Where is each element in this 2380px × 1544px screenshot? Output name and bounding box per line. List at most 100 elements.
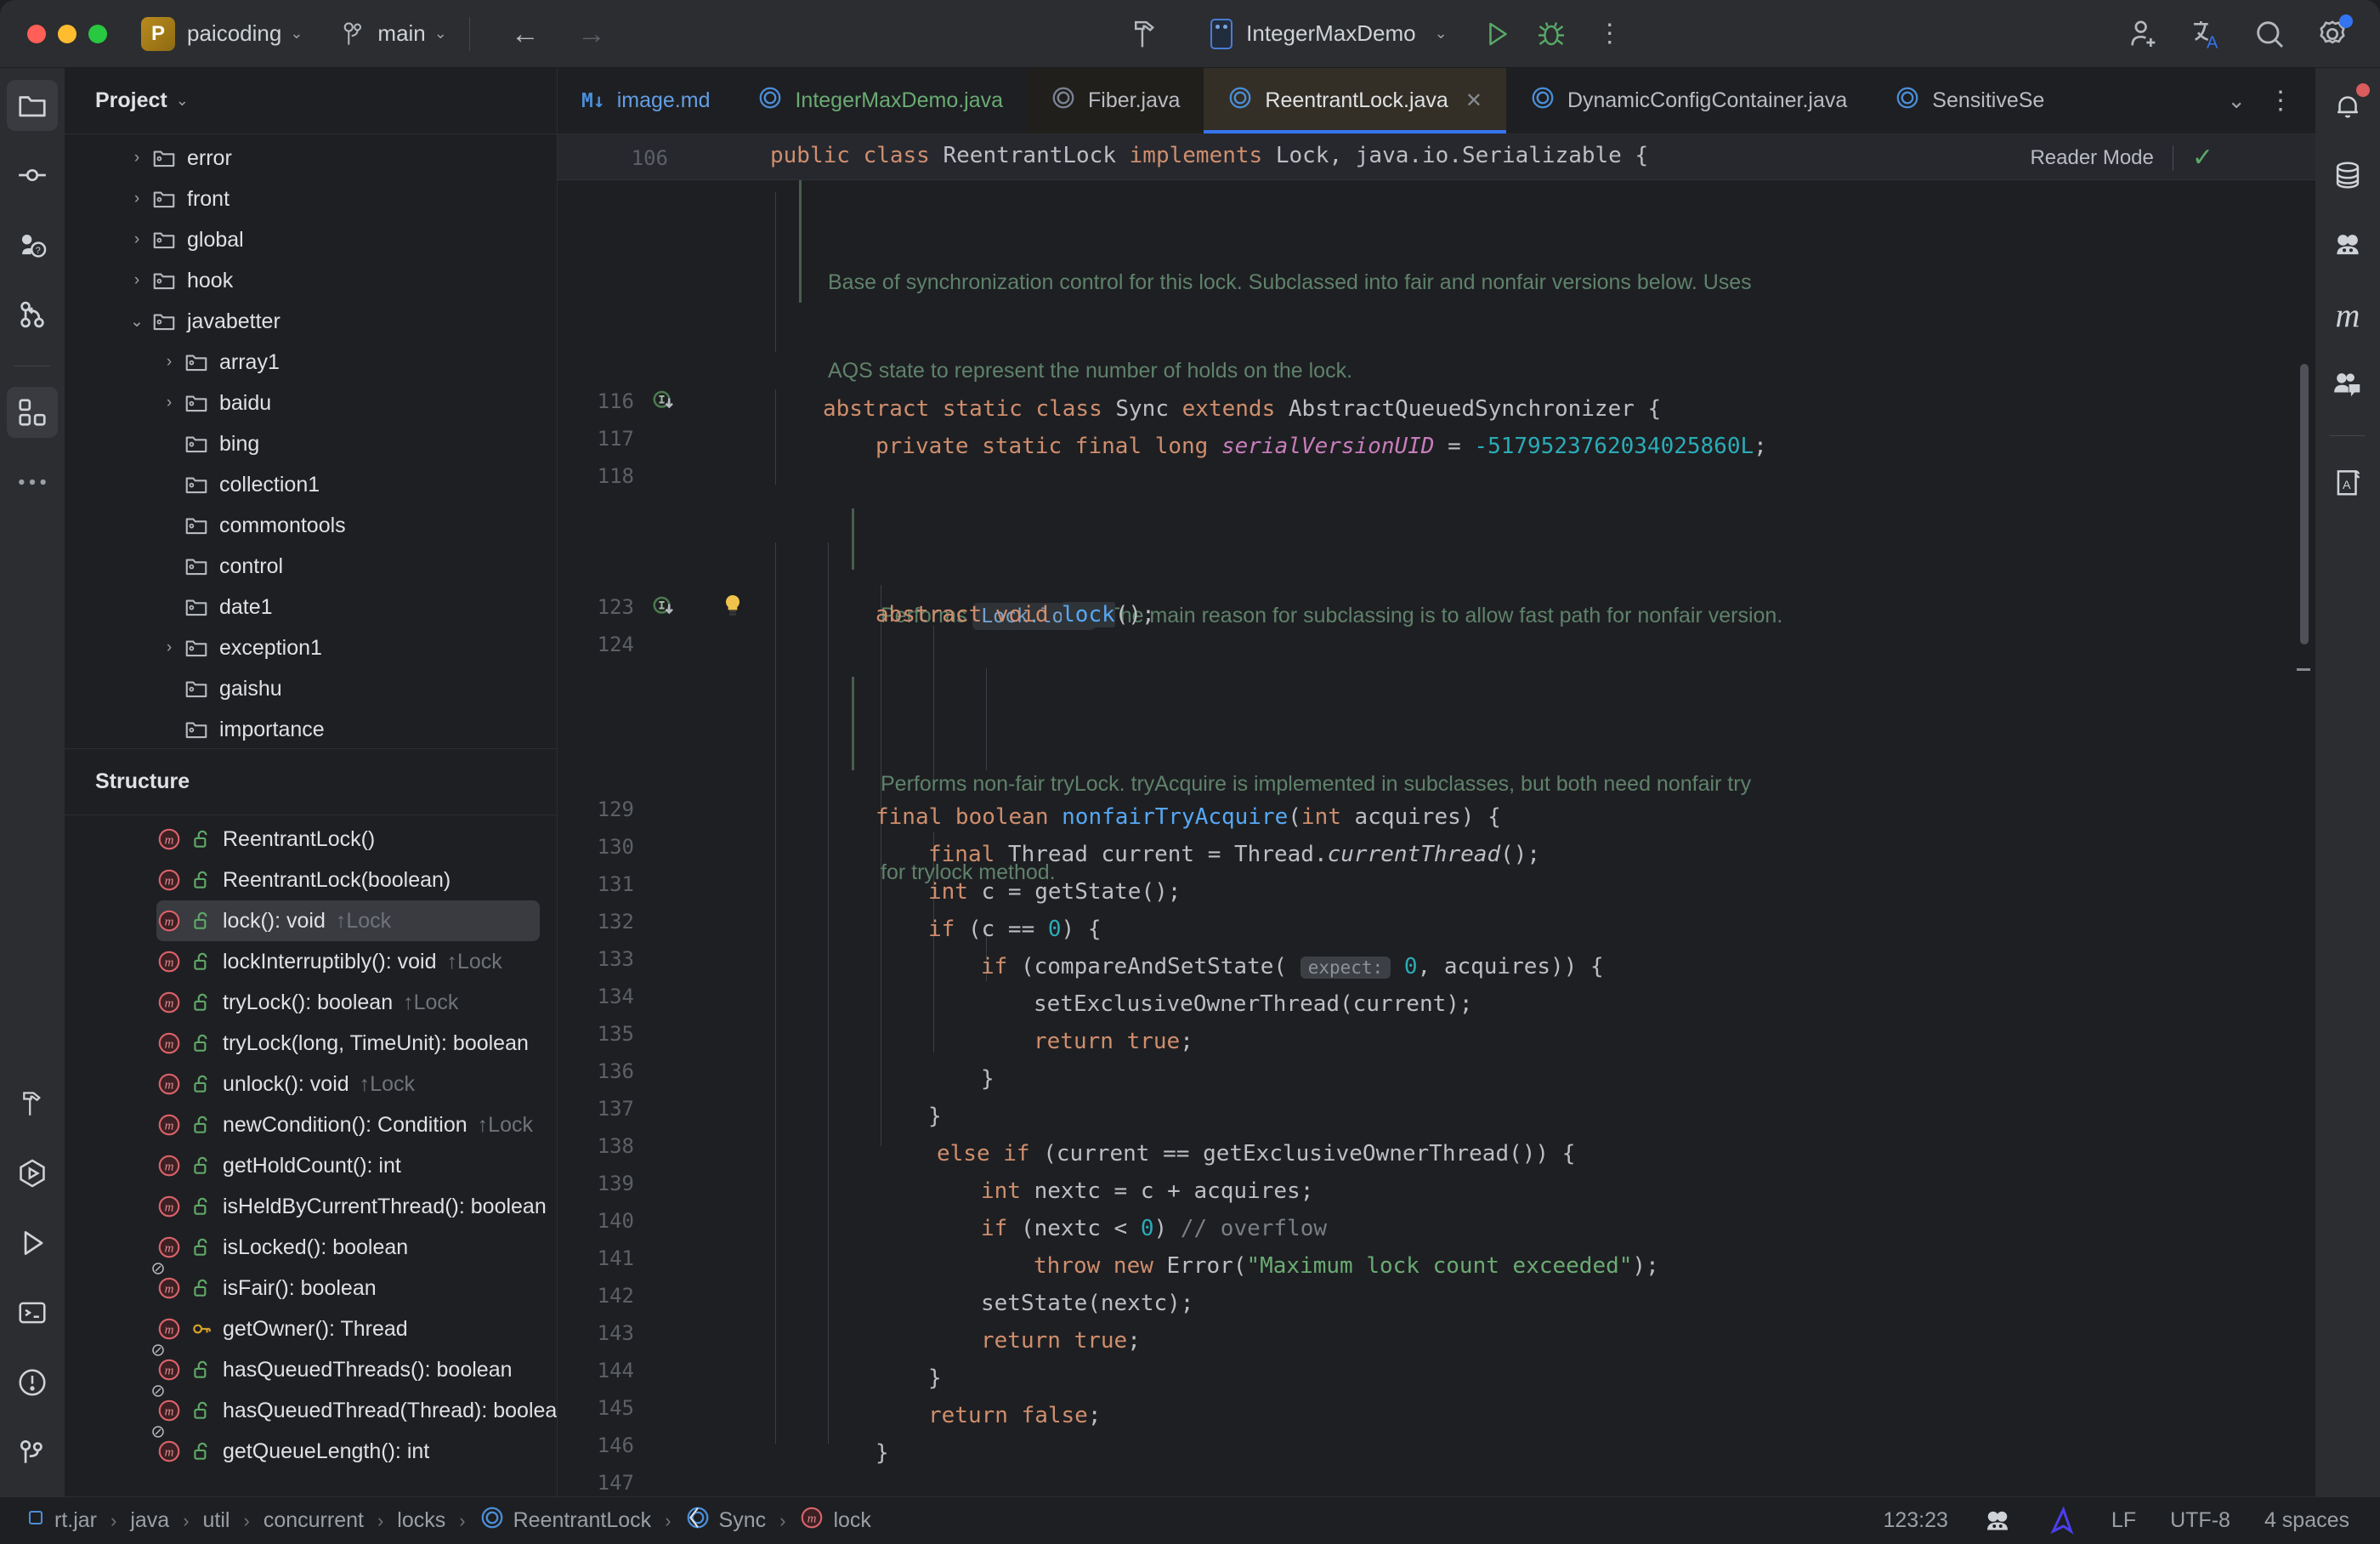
project-tree-node[interactable]: bing	[65, 423, 557, 464]
implementing-method-icon[interactable]	[651, 388, 677, 417]
breadcrumb-item[interactable]: java	[130, 1508, 169, 1533]
debug-bug-icon[interactable]	[1536, 18, 1567, 50]
add-user-icon[interactable]	[2127, 17, 2161, 51]
editor-scrollbar-thumb[interactable]	[2300, 364, 2309, 644]
structure-tree-node[interactable]: mnewCondition(): Condition↑Lock	[65, 1104, 557, 1145]
structure-tree-node[interactable]: mlock(): void↑Lock	[156, 900, 540, 941]
code-editor[interactable]: 106 public class ReentrantLock implement…	[558, 134, 2315, 1496]
project-tree-node[interactable]: control	[65, 546, 557, 587]
structure-tree-node[interactable]: mReentrantLock()	[65, 819, 557, 860]
structure-tree-node[interactable]: mReentrantLock(boolean)	[65, 860, 557, 900]
structure-tree-node[interactable]: mgetHoldCount(): int	[65, 1145, 557, 1186]
project-tree-node[interactable]: ›front	[65, 179, 557, 219]
project-tree-node[interactable]: ›global	[65, 219, 557, 260]
chevron-right-icon[interactable]: ›	[122, 149, 151, 167]
branch-selector[interactable]: main ⌄	[342, 20, 446, 48]
project-panel-title-row[interactable]: Project ⌄	[65, 68, 557, 134]
chevron-right-icon[interactable]: ›	[122, 190, 151, 208]
project-tree-node[interactable]: ›exception1	[65, 627, 557, 668]
breadcrumb-item[interactable]: Sync	[685, 1505, 767, 1536]
project-selector[interactable]: P paicoding ⌄	[107, 17, 303, 51]
project-tree-node[interactable]: ⌄javabetter	[65, 301, 557, 342]
structure-tree-node[interactable]: mhasQueuedThreads(): boolean	[65, 1349, 557, 1390]
chevron-right-icon[interactable]: ›	[122, 230, 151, 249]
structure-tree-node[interactable]: mhasQueuedThread(Thread): boolean	[65, 1390, 557, 1431]
breadcrumb[interactable]: rt.jar›java›util›concurrent›locks›Reentr…	[0, 1505, 871, 1536]
editor-tab[interactable]: DynamicConfigContainer.java	[1506, 68, 1871, 133]
sidebar-item-build[interactable]	[7, 1078, 58, 1129]
editor-tab[interactable]: ReentrantLock.java✕	[1204, 68, 1506, 133]
structure-tree-node[interactable]: mtryLock(): boolean↑Lock	[65, 982, 557, 1023]
caret-position[interactable]: 123:23	[1883, 1508, 1947, 1533]
editor-gutter[interactable]: 1161171181231241291301311321331341351361…	[558, 134, 770, 1496]
sidebar-item-notifications[interactable]	[2322, 80, 2373, 131]
chevron-right-icon[interactable]: ›	[122, 271, 151, 290]
minimize-window-button[interactable]	[58, 25, 76, 43]
sidebar-item-commit[interactable]	[7, 150, 58, 201]
breadcrumb-item[interactable]: locks	[397, 1508, 445, 1533]
search-icon[interactable]	[2252, 17, 2286, 51]
sidebar-item-more-tools[interactable]	[7, 457, 58, 508]
structure-tree-node[interactable]: misHeldByCurrentThread(): boolean	[65, 1186, 557, 1227]
ai-assistant-icon[interactable]	[1982, 1506, 2013, 1536]
structure-tree-node[interactable]: mlockInterruptibly(): void↑Lock	[65, 941, 557, 982]
sidebar-item-version-control[interactable]	[7, 1427, 58, 1478]
project-tree-node[interactable]: gaishu	[65, 668, 557, 709]
tab-overflow-chevron-down-icon[interactable]: ⌄	[2227, 88, 2246, 114]
sidebar-item-problems[interactable]	[7, 1357, 58, 1408]
breadcrumb-item[interactable]: mlock	[799, 1505, 870, 1536]
sidebar-item-dictionary[interactable]: A	[2322, 457, 2373, 508]
navigate-forward-button[interactable]: →	[577, 20, 606, 48]
navigate-back-button[interactable]: ←	[511, 20, 540, 48]
chevron-right-icon[interactable]: ›	[155, 353, 184, 372]
editor-tab[interactable]: Fiber.java	[1027, 68, 1204, 133]
sidebar-item-project[interactable]	[7, 80, 58, 131]
chevron-right-icon[interactable]: ›	[155, 639, 184, 657]
sidebar-item-database[interactable]	[2322, 150, 2373, 201]
plugin-icon[interactable]	[2047, 1506, 2077, 1536]
breadcrumb-item[interactable]: ReentrantLock	[479, 1505, 652, 1536]
sidebar-item-structure[interactable]	[7, 387, 58, 438]
indent-setting[interactable]: 4 spaces	[2264, 1508, 2349, 1533]
breadcrumb-item[interactable]: concurrent	[264, 1508, 364, 1533]
structure-tree-node[interactable]: misFair(): boolean	[65, 1268, 557, 1308]
hammer-icon[interactable]	[1129, 17, 1161, 51]
editor-tab[interactable]: M↓image.md	[558, 68, 734, 133]
structure-tree-node[interactable]: mtryLock(long, TimeUnit): boolean	[65, 1023, 557, 1064]
project-tree-node[interactable]: date1	[65, 587, 557, 627]
sidebar-item-branches[interactable]	[7, 289, 58, 340]
project-tree-node[interactable]: collection1	[65, 464, 557, 505]
project-tree-node[interactable]: ›array1	[65, 342, 557, 383]
editor-tab[interactable]: IntegerMaxDemo.java	[734, 68, 1027, 133]
gear-icon[interactable]	[2315, 17, 2349, 51]
sidebar-item-run[interactable]	[7, 1218, 58, 1269]
intention-bulb-icon[interactable]	[719, 592, 746, 623]
sidebar-item-maven[interactable]: m	[2322, 289, 2373, 340]
project-tree-node[interactable]: ›error	[65, 138, 557, 179]
structure-tree-node[interactable]: mgetOwner(): Thread	[65, 1308, 557, 1349]
chevron-right-icon[interactable]: ›	[155, 394, 184, 412]
breadcrumb-item[interactable]: util	[203, 1508, 230, 1533]
structure-tree[interactable]: mReentrantLock()mReentrantLock(boolean)m…	[65, 815, 557, 1496]
project-tree-node[interactable]: ›baidu	[65, 383, 557, 423]
structure-tree-node[interactable]: munlock(): void↑Lock	[65, 1064, 557, 1104]
maximize-window-button[interactable]	[88, 25, 107, 43]
chevron-down-icon[interactable]: ⌄	[176, 92, 189, 110]
implemented-method-icon[interactable]	[651, 593, 677, 623]
reader-mode-indicator[interactable]: Reader Mode ✓	[2030, 143, 2213, 173]
line-separator[interactable]: LF	[2111, 1508, 2136, 1533]
breadcrumb-item[interactable]: rt.jar	[26, 1507, 97, 1534]
more-vertical-icon[interactable]: ⋮	[1597, 27, 1623, 40]
sidebar-item-run-anything[interactable]	[7, 1148, 58, 1199]
project-tree-node[interactable]: importance	[65, 709, 557, 750]
translate-icon[interactable]: A	[2190, 17, 2224, 51]
editor-marker[interactable]	[2297, 668, 2310, 671]
file-encoding[interactable]: UTF-8	[2170, 1508, 2230, 1533]
close-window-button[interactable]	[27, 25, 46, 43]
chevron-down-icon[interactable]: ⌄	[122, 312, 151, 332]
sidebar-item-ai-assistant[interactable]	[2322, 219, 2373, 270]
editor-tab[interactable]: SensitiveSe	[1871, 68, 2068, 133]
tab-options-more-vertical-icon[interactable]: ⋮	[2268, 94, 2293, 107]
structure-tree-node[interactable]: mgetQueueLength(): int	[65, 1431, 557, 1472]
sidebar-item-pull-requests[interactable]: ?	[7, 219, 58, 270]
